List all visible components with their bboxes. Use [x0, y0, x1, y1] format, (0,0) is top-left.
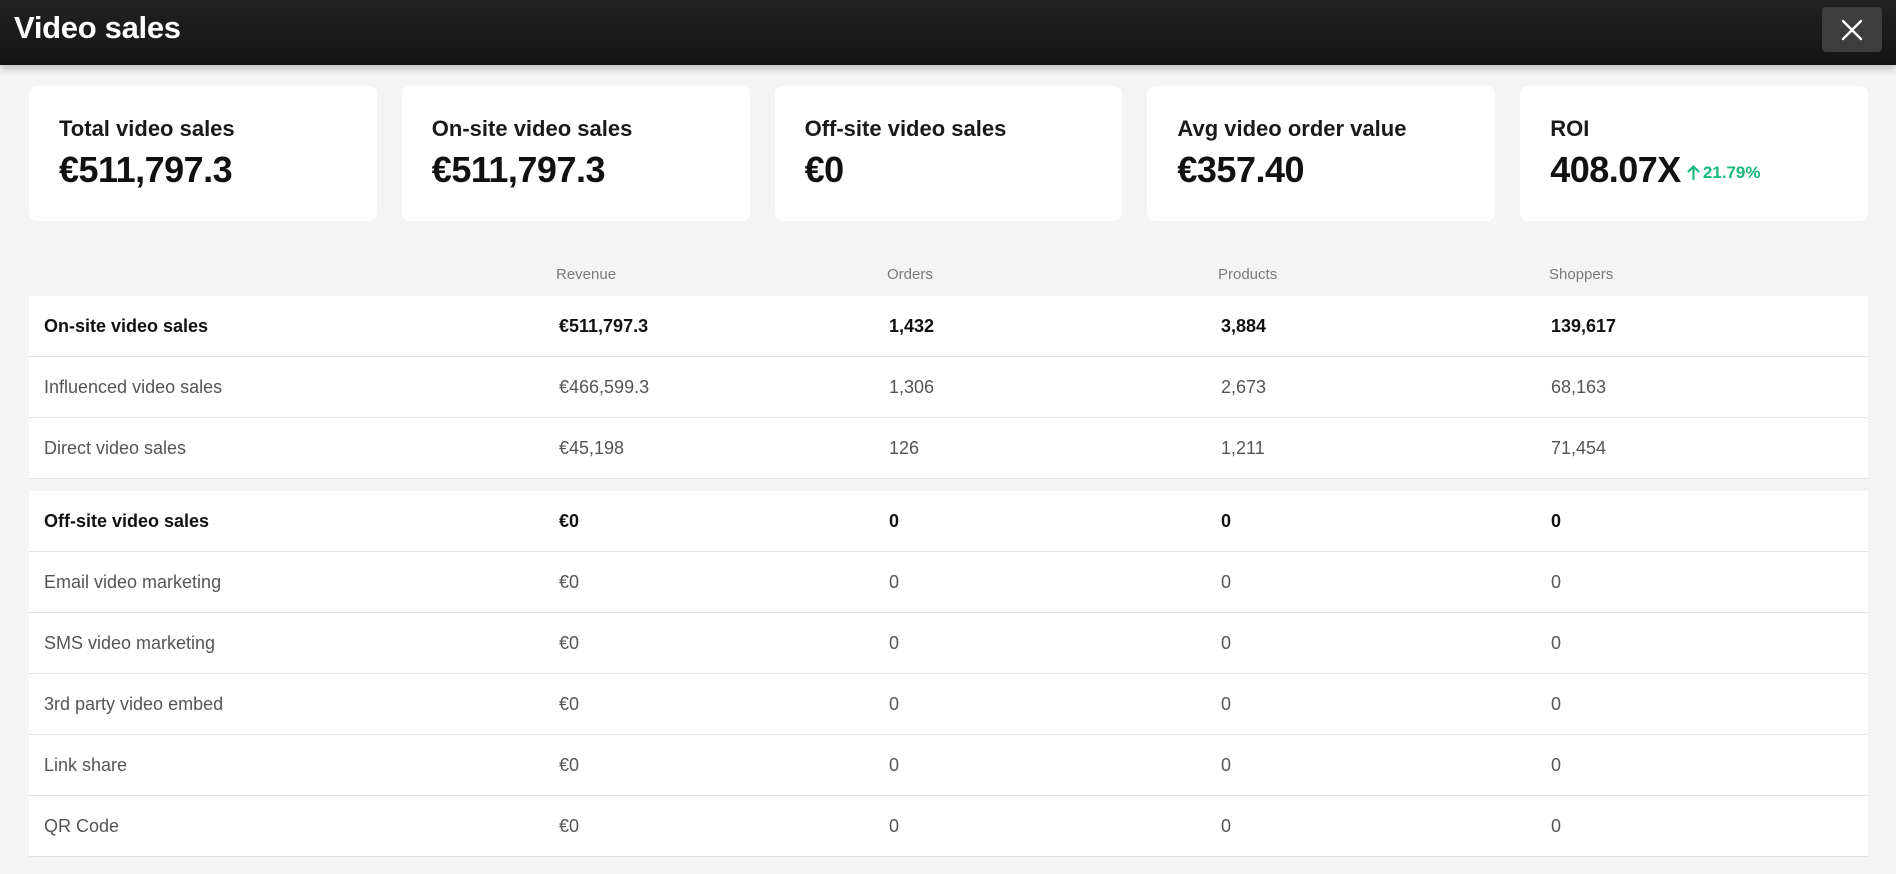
row-label: Off-site video sales [44, 511, 210, 531]
kpi-value-row: 408.07X 21.79% [1550, 152, 1838, 188]
page-title: Video sales [14, 10, 181, 45]
cell-products: 0 [1221, 694, 1232, 714]
cell-revenue: €0 [559, 572, 580, 592]
row-label: Influenced video sales [44, 377, 223, 397]
close-icon [1841, 19, 1863, 40]
cell-products: 1,211 [1221, 438, 1265, 458]
kpi-label: Off-site video sales [804, 116, 1007, 141]
modal-header: Video sales [0, 0, 1896, 65]
cell-revenue: €0 [559, 511, 580, 531]
column-header-shoppers: Shoppers [1549, 266, 1614, 283]
kpi-label: ROI [1550, 116, 1590, 141]
table-row: SMS video marketing €0 0 0 0 [29, 613, 1868, 674]
table-row: Off-site video sales €0 0 0 0 [29, 491, 1868, 552]
kpi-cards: Total video sales €511,797.3 On-site vid… [29, 86, 1868, 221]
cell-orders: 0 [889, 816, 900, 836]
row-label: SMS video marketing [44, 633, 216, 653]
cell-revenue: €45,198 [559, 438, 625, 458]
table-row: QR Code €0 0 0 0 [29, 796, 1868, 857]
cell-shoppers: 0 [1551, 816, 1562, 836]
kpi-card-offsite-video-sales: Off-site video sales €0 [774, 86, 1123, 221]
row-label: Email video marketing [44, 572, 222, 592]
cell-revenue: €0 [559, 694, 580, 714]
cell-orders: 126 [889, 438, 920, 458]
cell-products: 0 [1221, 816, 1232, 836]
cell-shoppers: 0 [1551, 511, 1562, 531]
cell-orders: 0 [889, 694, 900, 714]
table-row: On-site video sales €511,797.3 1,432 3,8… [29, 296, 1868, 357]
cell-orders: 1,432 [889, 316, 935, 336]
cell-orders: 0 [889, 511, 900, 531]
row-label: QR Code [44, 816, 120, 836]
table-row: Direct video sales €45,198 126 1,211 71,… [29, 418, 1868, 479]
cell-orders: 0 [889, 755, 900, 775]
cell-revenue: €0 [559, 816, 580, 836]
cell-shoppers: 0 [1551, 572, 1562, 592]
kpi-value: €511,797.3 [59, 149, 233, 190]
cell-shoppers: 0 [1551, 694, 1562, 714]
column-header-orders: Orders [887, 266, 933, 283]
cell-products: 3,884 [1221, 316, 1267, 336]
cell-shoppers: 139,617 [1551, 316, 1617, 336]
cell-orders: 1,306 [889, 377, 935, 397]
row-label: Link share [44, 755, 128, 775]
kpi-label: Total video sales [59, 116, 235, 141]
kpi-card-onsite-video-sales: On-site video sales €511,797.3 [401, 86, 750, 221]
table-row: 3rd party video embed €0 0 0 0 [29, 674, 1868, 735]
kpi-label: On-site video sales [431, 116, 633, 141]
column-header-products: Products [1218, 266, 1278, 283]
onsite-sales-table: On-site video sales €511,797.3 1,432 3,8… [29, 296, 1868, 479]
trend-badge: 21.79% [1687, 162, 1761, 182]
cell-products: 0 [1221, 511, 1232, 531]
cell-revenue: €466,599.3 [559, 377, 650, 397]
arrow-up-icon [1687, 165, 1700, 180]
kpi-value: 408.07X [1550, 149, 1681, 190]
row-label: On-site video sales [44, 316, 209, 336]
cell-products: 2,673 [1221, 377, 1267, 397]
close-button[interactable] [1822, 7, 1882, 52]
cell-products: 0 [1221, 755, 1232, 775]
table-column-headers: Revenue Orders Products Shoppers [29, 262, 1868, 286]
kpi-value: €511,797.3 [431, 149, 606, 190]
kpi-label: Avg video order value [1177, 116, 1407, 141]
row-label: Direct video sales [44, 438, 187, 458]
cell-revenue: €511,797.3 [559, 316, 649, 336]
cell-revenue: €0 [559, 755, 580, 775]
column-header-revenue: Revenue [556, 266, 617, 283]
row-label: 3rd party video embed [44, 694, 224, 714]
cell-products: 0 [1221, 633, 1232, 653]
table-row: Influenced video sales €466,599.3 1,306 … [29, 357, 1868, 418]
cell-shoppers: 0 [1551, 633, 1562, 653]
cell-orders: 0 [889, 633, 900, 653]
kpi-value: €357.40 [1177, 149, 1305, 190]
cell-shoppers: 71,454 [1551, 438, 1607, 458]
cell-shoppers: 0 [1551, 755, 1562, 775]
cell-products: 0 [1221, 572, 1232, 592]
table-row: Email video marketing €0 0 0 0 [29, 552, 1868, 613]
cell-revenue: €0 [559, 633, 580, 653]
trend-value: 21.79% [1702, 162, 1761, 182]
cell-shoppers: 68,163 [1551, 377, 1607, 397]
kpi-card-roi: ROI 408.07X 21.79% [1520, 86, 1868, 221]
table-row: Link share €0 0 0 0 [29, 735, 1868, 796]
offsite-sales-table: Off-site video sales €0 0 0 0 Email vide… [29, 491, 1868, 857]
kpi-value: €0 [804, 149, 845, 190]
kpi-card-total-video-sales: Total video sales €511,797.3 [29, 86, 377, 221]
cell-orders: 0 [889, 572, 900, 592]
kpi-card-avg-order-value: Avg video order value €357.40 [1147, 86, 1496, 221]
